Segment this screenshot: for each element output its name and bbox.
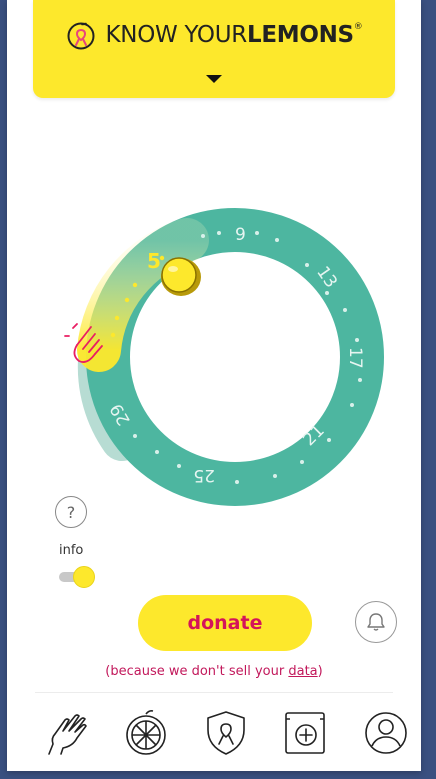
bell-button[interactable] bbox=[355, 601, 397, 643]
tagline-suffix: ) bbox=[317, 664, 323, 679]
tagline-prefix: (because we don't sell your bbox=[105, 664, 289, 679]
donate-tagline: (because we don't sell your data) bbox=[7, 664, 421, 679]
lemon-marker-icon[interactable] bbox=[161, 257, 201, 296]
day-label-9: 9 bbox=[235, 225, 246, 245]
data-link[interactable]: data bbox=[288, 664, 317, 679]
user-icon bbox=[365, 712, 407, 754]
hand-tab[interactable] bbox=[41, 708, 91, 758]
question-mark-icon[interactable]: ? bbox=[55, 496, 87, 528]
shield-ribbon-icon bbox=[207, 711, 245, 755]
day-label-25: 25 bbox=[193, 465, 215, 485]
bell-icon bbox=[367, 613, 385, 631]
lemon-slice-icon bbox=[126, 710, 166, 755]
tabbar-divider bbox=[35, 692, 393, 693]
plus-box-icon bbox=[285, 712, 325, 754]
app-screen: KNOW YOURLEMONS® 5 9 13 17 21 25 29 ? in… bbox=[7, 0, 421, 771]
profile-tab[interactable] bbox=[361, 708, 411, 758]
shield-tab[interactable] bbox=[201, 708, 251, 758]
help-symbol: ? bbox=[66, 502, 76, 522]
day-label-17: 17 bbox=[345, 347, 365, 369]
current-day-label: 5 bbox=[147, 249, 161, 273]
tab-bar bbox=[7, 702, 421, 762]
cycle-wheel[interactable]: 5 9 13 17 21 25 29 bbox=[7, 0, 421, 560]
hand-icon bbox=[48, 714, 87, 755]
add-tab[interactable] bbox=[281, 708, 331, 758]
toggle-knob bbox=[73, 566, 95, 588]
info-label: info bbox=[59, 543, 84, 558]
info-toggle[interactable] bbox=[59, 566, 95, 588]
donate-button[interactable]: donate bbox=[138, 595, 312, 651]
lemon-tab[interactable] bbox=[121, 708, 171, 758]
